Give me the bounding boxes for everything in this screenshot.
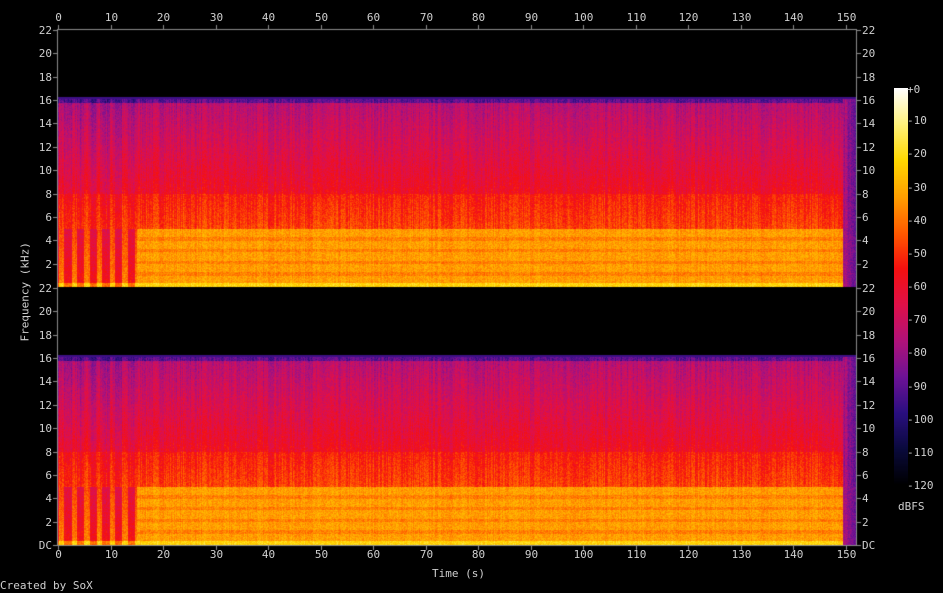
x-tick-top: 110 <box>626 11 647 24</box>
colorbar-tick: -100 <box>907 412 934 426</box>
y-tick-right: 10 <box>862 421 876 435</box>
y-tick-right: 6 <box>862 468 869 482</box>
y-tick-left: 16 <box>38 93 52 107</box>
y-tick-right: 6 <box>862 210 869 224</box>
x-tick-top: 20 <box>156 11 171 24</box>
y-axis-label: Frequency (kHz) <box>18 242 32 342</box>
y-tick-right: 20 <box>862 304 876 318</box>
y-tick-left: 20 <box>38 46 52 60</box>
y-tick-left: 22 <box>38 23 52 37</box>
y-tick-right: 14 <box>862 116 876 130</box>
y-tick-right: 14 <box>862 374 876 388</box>
y-tick-right: 16 <box>862 351 876 365</box>
colorbar-label: dBFS <box>898 500 925 513</box>
y-tick-right: 20 <box>862 46 876 60</box>
x-tick-bottom: 90 <box>524 548 539 561</box>
x-tick-top: 10 <box>104 11 119 24</box>
y-tick-right: 4 <box>862 233 869 247</box>
x-tick-bottom: 130 <box>731 548 752 561</box>
colorbar-tick: -120 <box>907 479 934 492</box>
y-tick-left: 16 <box>38 351 52 365</box>
y-tick-left: DC <box>38 538 52 552</box>
x-tick-bottom: 150 <box>836 548 857 561</box>
x-tick-top: 50 <box>314 11 329 24</box>
colorbar-tick: -10 <box>907 114 927 128</box>
colorbar-tick: -110 <box>907 445 934 459</box>
y-tick-left: 2 <box>45 515 52 529</box>
colorbar-tick: +0 <box>907 83 921 96</box>
x-tick-top: 80 <box>471 11 486 24</box>
y-tick-left: 6 <box>45 210 52 224</box>
x-tick-bottom: 80 <box>471 548 486 561</box>
y-tick-left: 14 <box>38 374 52 388</box>
x-tick-bottom: 40 <box>261 548 276 561</box>
y-tick-left: 10 <box>38 163 52 177</box>
x-tick-bottom: 50 <box>314 548 329 561</box>
colorbar-tick: -90 <box>907 379 927 393</box>
x-tick-bottom: 60 <box>366 548 381 561</box>
x-tick-top: 120 <box>678 11 699 24</box>
y-tick-right: 18 <box>862 328 876 342</box>
x-tick-top: 90 <box>524 11 539 24</box>
y-tick-left: 14 <box>38 116 52 130</box>
y-tick-left: 6 <box>45 468 52 482</box>
y-tick-right: 22 <box>862 23 876 37</box>
y-tick-right: 2 <box>862 515 869 529</box>
y-tick-left: 12 <box>38 140 52 154</box>
x-axis-label: Time (s) <box>432 567 485 580</box>
y-tick-right: 2 <box>862 257 869 271</box>
y-tick-left: 18 <box>38 70 52 84</box>
x-tick-top: 0 <box>55 11 62 24</box>
y-tick-right: 10 <box>862 163 876 177</box>
y-tick-right: 4 <box>862 491 869 505</box>
x-tick-top: 130 <box>731 11 752 24</box>
x-tick-top: 40 <box>261 11 276 24</box>
x-tick-bottom: 110 <box>626 548 647 561</box>
x-tick-top: 150 <box>836 11 857 24</box>
colorbar-tick: -60 <box>907 280 927 293</box>
y-tick-left: 10 <box>38 421 52 435</box>
y-tick-right: 12 <box>862 140 876 154</box>
x-tick-bottom: 20 <box>156 548 171 561</box>
x-tick-top: 70 <box>419 11 434 24</box>
x-tick-bottom: 140 <box>783 548 804 561</box>
y-tick-right: 12 <box>862 398 876 412</box>
y-tick-right: 18 <box>862 70 876 84</box>
credit-text: Created by SoX <box>0 579 93 592</box>
y-tick-right: 16 <box>862 93 876 107</box>
colorbar <box>894 88 908 486</box>
x-tick-bottom: 100 <box>573 548 594 561</box>
x-tick-top: 100 <box>573 11 594 24</box>
x-tick-top: 60 <box>366 11 381 24</box>
y-tick-left: 8 <box>45 187 52 201</box>
x-tick-bottom: 70 <box>419 548 434 561</box>
colorbar-tick: -80 <box>907 346 927 360</box>
y-tick-right: 22 <box>862 281 876 295</box>
y-tick-right: DC <box>862 538 876 552</box>
y-tick-right: 8 <box>862 445 869 459</box>
y-tick-left: 8 <box>45 445 52 459</box>
y-tick-left: 12 <box>38 398 52 412</box>
y-tick-left: 4 <box>45 491 52 505</box>
x-tick-bottom: 120 <box>678 548 699 561</box>
x-tick-top: 140 <box>783 11 804 24</box>
colorbar-tick: -20 <box>907 147 927 161</box>
colorbar-tick: -30 <box>907 180 927 194</box>
spectrogram-plot <box>0 0 943 593</box>
y-tick-right: 8 <box>862 187 869 201</box>
colorbar-tick: -40 <box>907 213 927 227</box>
x-tick-bottom: 10 <box>104 548 119 561</box>
x-tick-top: 30 <box>209 11 224 24</box>
colorbar-tick: -50 <box>907 246 927 260</box>
colorbar-tick: -70 <box>907 313 927 327</box>
x-tick-bottom: 30 <box>209 548 224 561</box>
